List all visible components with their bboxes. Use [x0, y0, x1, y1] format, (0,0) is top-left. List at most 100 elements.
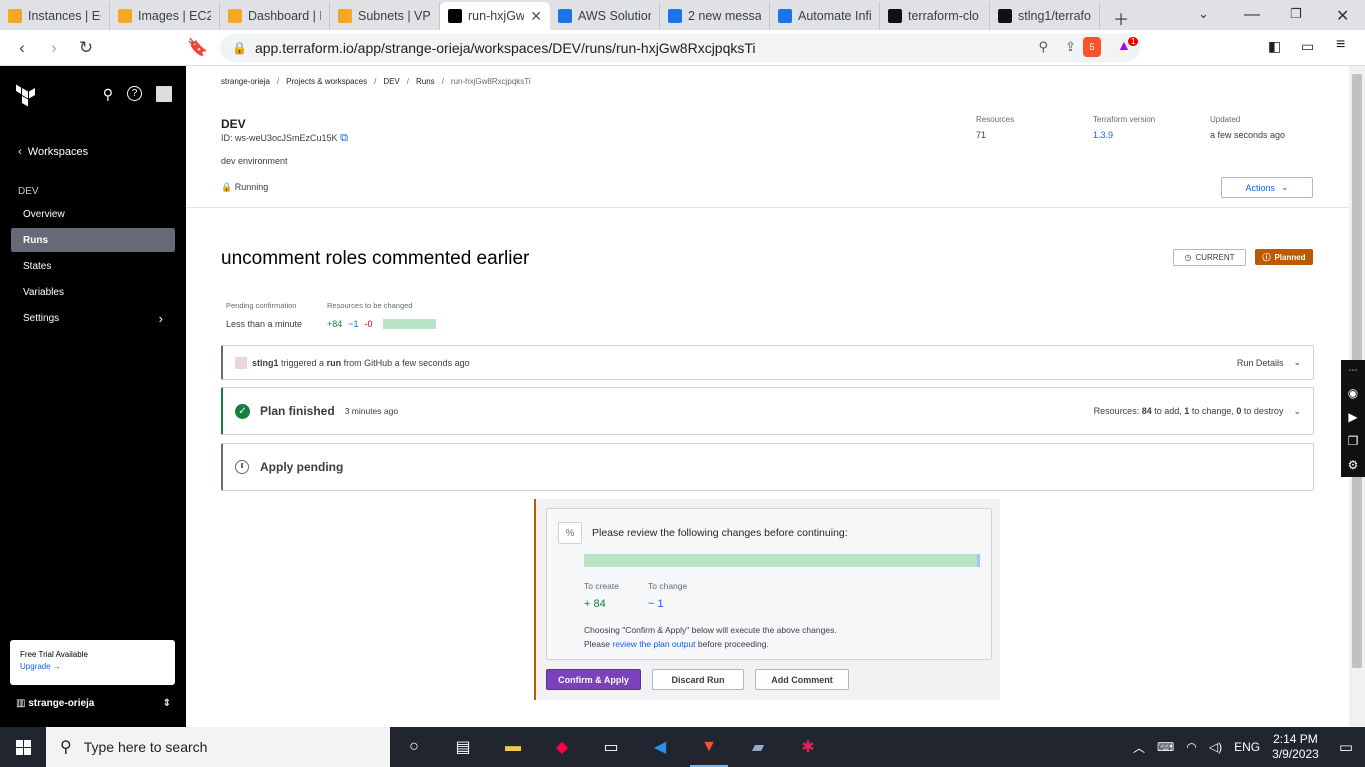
run-details-toggle[interactable]: Run Details ⌄ [1237, 357, 1301, 368]
plan-finished-card[interactable]: ✓ Plan finished 3 minutes ago Resources:… [221, 387, 1314, 435]
powershell-icon[interactable]: ▭ [598, 735, 624, 759]
tab-search-chevron-icon[interactable]: ⌄ [1198, 6, 1209, 22]
actions-dropdown-button[interactable]: Actions ⌄ [1221, 177, 1313, 198]
breadcrumb-separator: / [276, 77, 280, 86]
share-icon[interactable]: ⇪ [1065, 39, 1076, 55]
zoom-icon[interactable]: ⚲ [1038, 39, 1048, 55]
tray-chevron-icon[interactable]: ︿ [1133, 739, 1145, 756]
brave-shields-icon[interactable]: 5 [1083, 37, 1101, 57]
gmail-icon [778, 9, 792, 23]
notifications-icon[interactable]: ▭ [1339, 738, 1353, 756]
windows-start-icon[interactable] [0, 727, 46, 767]
current-badge: ◷ CURRENT [1173, 249, 1246, 266]
browser-tab[interactable]: AWS Solution [550, 2, 660, 30]
breadcrumb-item[interactable]: DEV [383, 77, 399, 86]
browser-tab[interactable]: terraform-clo [880, 2, 990, 30]
apply-confirmation-panel: % Please review the following changes be… [534, 499, 1000, 700]
terraform-logo[interactable] [14, 84, 38, 108]
chevron-down-icon: ⌄ [1280, 182, 1289, 192]
browser-tab[interactable]: Dashboard | E [220, 2, 330, 30]
keyboard-icon[interactable]: ⌨ [1157, 740, 1174, 754]
forward-icon[interactable]: › [38, 38, 70, 58]
vscode-icon[interactable]: ◀ [647, 735, 673, 759]
bookmark-icon[interactable]: 🔖 [182, 38, 214, 58]
taskbar-search[interactable]: ⚲ Type here to search [46, 727, 390, 767]
change-count: ~1 [348, 319, 359, 329]
new-tab-button[interactable]: ＋ [1113, 6, 1129, 30]
brave-browser-icon[interactable]: ▼ [690, 735, 728, 767]
sidebar-toggle-icon[interactable]: ◧ [1268, 38, 1281, 55]
reload-icon[interactable]: ↻ [70, 38, 102, 58]
language-indicator[interactable]: ENG [1234, 740, 1260, 754]
minimize-button[interactable]: — [1244, 6, 1260, 24]
browser-tab[interactable]: Subnets | VPC [330, 2, 440, 30]
back-to-workspaces-link[interactable]: ‹ Workspaces [0, 126, 186, 158]
camera-icon[interactable]: ◉ [1348, 386, 1358, 400]
rewards-badge: 1 [1128, 37, 1139, 46]
close-window-button[interactable]: ✕ [1336, 6, 1349, 26]
browser-tab[interactable]: stlng1/terrafo [990, 2, 1100, 30]
browser-tab[interactable]: run-hxjGw ✕ [440, 2, 550, 30]
trial-title: Free Trial Available [20, 650, 88, 659]
close-tab-icon[interactable]: ✕ [530, 8, 542, 25]
check-circle-icon: ✓ [235, 403, 250, 419]
cortana-icon[interactable]: ○ [401, 735, 427, 759]
sidebar-item-variables[interactable]: Variables [11, 280, 175, 304]
sidebar-item-overview[interactable]: Overview [11, 202, 175, 226]
wallet-icon[interactable]: ▭ [1301, 38, 1314, 55]
help-icon[interactable]: ? [127, 86, 142, 101]
plan-resources-summary[interactable]: Resources: 84 to add, 1 to change, 0 to … [1094, 406, 1301, 417]
switcher-chevron-icon: ⇕ [162, 698, 171, 709]
copy-icon[interactable]: ⧉ [340, 132, 348, 144]
apply-pending-card: Apply pending [221, 443, 1314, 491]
breadcrumb-item[interactable]: strange-orieja [221, 77, 270, 86]
sidebar-item-runs[interactable]: Runs [11, 228, 175, 252]
url-field[interactable]: 🔒 app.terraform.io/app/strange-orieja/wo… [220, 34, 1140, 62]
sidebar-item-settings[interactable]: Settings › [11, 306, 175, 330]
organization-switcher[interactable]: ▥ strange-orieja ⇕ [16, 698, 171, 709]
browser-tab[interactable]: 2 new messag [660, 2, 770, 30]
file-explorer-icon[interactable]: ▬ [500, 735, 526, 759]
confirm-apply-button[interactable]: Confirm & Apply [546, 669, 641, 690]
browser-tab[interactable]: Automate Infi [770, 2, 880, 30]
sidebar-item-label: States [23, 260, 52, 272]
user-avatar-icon[interactable] [156, 86, 172, 102]
tab-title: Automate Infi [798, 9, 871, 23]
terraform-version-meta: Terraform version 1.3.9 [1093, 115, 1156, 140]
windows-icon[interactable]: ❐ [1348, 434, 1359, 448]
run-trigger-card[interactable]: stlng1 triggered a run from GitHub a few… [221, 345, 1314, 380]
tab-title: run-hxjGw [468, 9, 525, 23]
git-icon[interactable]: ◆ [549, 735, 575, 759]
brave-badge: 5 [1089, 42, 1095, 52]
clock-icon: ◷ [1184, 253, 1192, 262]
wifi-icon[interactable]: ◠ [1186, 740, 1196, 754]
discard-run-button[interactable]: Discard Run [652, 669, 744, 690]
add-count: +84 [327, 319, 343, 329]
browser-tab[interactable]: Images | EC2 [110, 2, 220, 30]
widget-menu-icon[interactable]: ⋯ [1349, 365, 1358, 376]
slack-icon[interactable]: ✱ [795, 735, 821, 759]
updated-meta: Updated a few seconds ago [1210, 115, 1286, 140]
terraform-version-link[interactable]: 1.3.9 [1093, 130, 1155, 140]
notepad-icon[interactable]: ▰ [745, 735, 771, 759]
add-comment-button[interactable]: Add Comment [755, 669, 849, 690]
browser-tab[interactable]: Instances | EC [0, 2, 110, 30]
tab-title: stlng1/terrafo [1018, 9, 1091, 23]
org-name: strange-orieja [28, 698, 95, 709]
video-icon[interactable]: ▶ [1348, 410, 1357, 424]
clock[interactable]: 2:14 PM 3/9/2023 [1272, 732, 1319, 762]
restore-button[interactable]: ❐ [1290, 6, 1302, 22]
volume-icon[interactable]: ◁) [1209, 740, 1222, 754]
upgrade-link[interactable]: Upgrade → [20, 662, 165, 671]
review-plan-output-link[interactable]: review the plan output [612, 639, 695, 649]
windows-taskbar: ⚲ Type here to search ○ ▤ ▬ ◆ ▭ ◀ ▼ ▰ ✱ … [0, 727, 1365, 767]
task-view-icon[interactable]: ▤ [450, 735, 476, 759]
brave-rewards-icon[interactable]: ▲ 1 [1117, 37, 1139, 57]
back-icon[interactable]: ‹ [6, 38, 38, 58]
gear-icon[interactable]: ⚙ [1348, 458, 1359, 472]
sidebar-item-states[interactable]: States [11, 254, 175, 278]
breadcrumb-item[interactable]: Projects & workspaces [286, 77, 367, 86]
menu-icon[interactable]: ≡ [1336, 36, 1345, 54]
search-icon[interactable]: ⚲ [103, 86, 113, 103]
breadcrumb-item[interactable]: Runs [416, 77, 435, 86]
